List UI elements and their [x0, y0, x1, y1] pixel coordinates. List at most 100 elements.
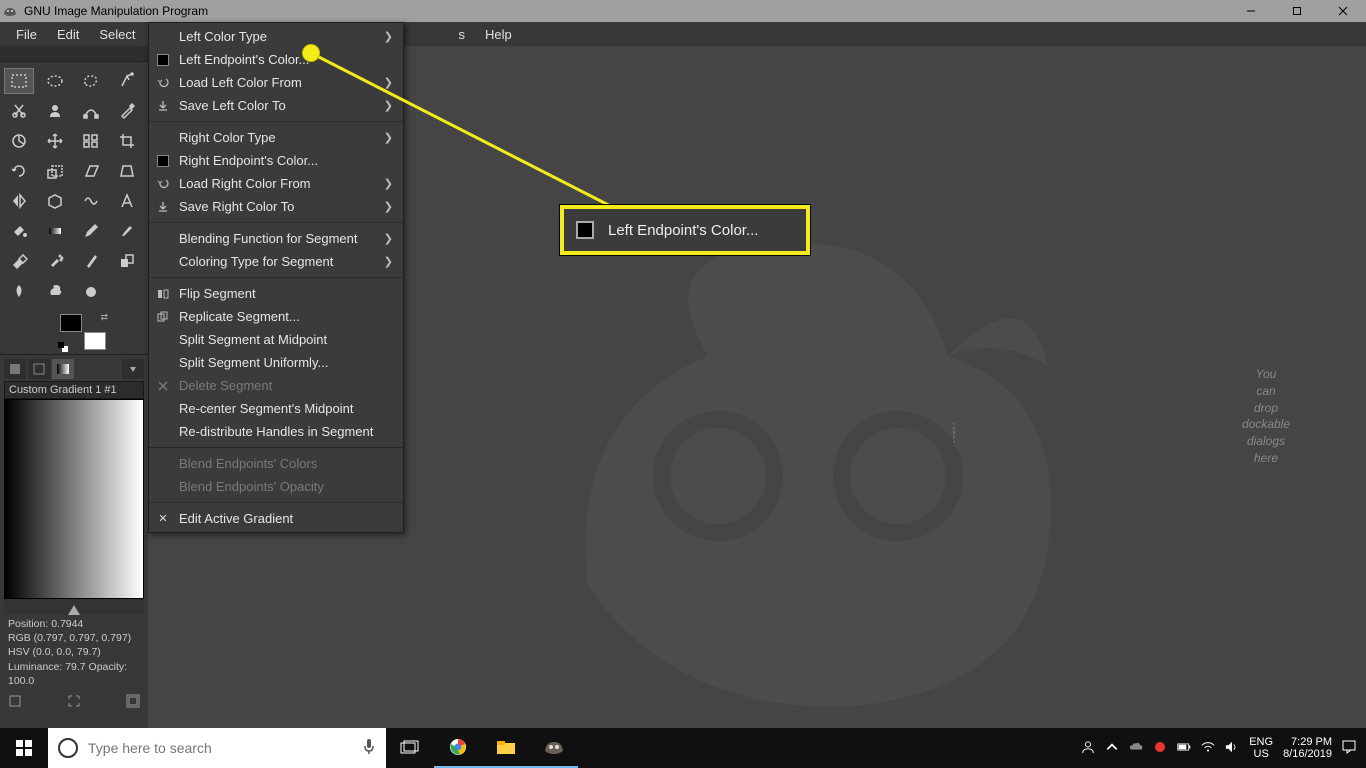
fg-bg-colors[interactable]: ⇄: [60, 314, 106, 350]
ctx-item[interactable]: Blending Function for Segment❯: [149, 227, 403, 250]
tool-perspective[interactable]: [112, 158, 142, 184]
task-view-button[interactable]: [386, 728, 434, 768]
tray-notifications-icon[interactable]: [1342, 740, 1356, 757]
tool-crop[interactable]: [112, 128, 142, 154]
tool-pencil[interactable]: [76, 218, 106, 244]
tool-paths[interactable]: [76, 98, 106, 124]
tray-clock[interactable]: 7:29 PM8/16/2019: [1283, 736, 1332, 760]
tool-flip[interactable]: [4, 188, 34, 214]
ctx-item[interactable]: Left Endpoint's Color...: [149, 48, 403, 71]
menu-edit[interactable]: Edit: [47, 24, 89, 45]
ctx-item[interactable]: Left Color Type ❯: [149, 25, 403, 48]
tool-foreground-select[interactable]: [40, 98, 70, 124]
ctx-item[interactable]: Edit Active Gradient: [149, 507, 403, 530]
tool-scale[interactable]: [40, 158, 70, 184]
dock-drag-handle[interactable]: ⋮⋮⋮: [947, 426, 961, 438]
menu-help[interactable]: Help: [475, 24, 522, 45]
ctx-separator: [149, 502, 403, 503]
ctx-item[interactable]: Right Endpoint's Color...: [149, 149, 403, 172]
tool-cage[interactable]: [40, 188, 70, 214]
gradient-preview[interactable]: [4, 399, 144, 599]
zoom-in-icon[interactable]: [126, 694, 140, 708]
tool-shear[interactable]: [76, 158, 106, 184]
tool-clone[interactable]: [112, 248, 142, 274]
fg-color-swatch[interactable]: [60, 314, 82, 332]
tool-warp[interactable]: [76, 188, 106, 214]
taskbar-app-chrome[interactable]: [434, 728, 482, 768]
menu-select[interactable]: Select: [89, 24, 145, 45]
tool-align[interactable]: [76, 128, 106, 154]
maximize-button[interactable]: [1274, 0, 1320, 22]
checked-icon: [155, 512, 171, 525]
ctx-item[interactable]: Re-distribute Handles in Segment: [149, 420, 403, 443]
start-button[interactable]: [0, 728, 48, 768]
ctx-separator: [149, 277, 403, 278]
ctx-item[interactable]: Load Right Color From❯: [149, 172, 403, 195]
tool-smudge[interactable]: [4, 278, 34, 304]
taskbar-search[interactable]: [48, 728, 386, 768]
tool-dodge[interactable]: [40, 278, 70, 304]
tool-fuzzy-select[interactable]: [112, 68, 142, 94]
tool-eraser[interactable]: [4, 248, 34, 274]
colorbox-icon: [155, 54, 171, 66]
menu-hidden-right-1[interactable]: s: [448, 24, 475, 45]
tool-bucket-fill[interactable]: [4, 218, 34, 244]
minimize-button[interactable]: [1228, 0, 1274, 22]
tool-rect-select[interactable]: [4, 68, 34, 94]
swap-colors-icon[interactable]: ⇄: [100, 312, 108, 323]
ctx-item[interactable]: Save Right Color To❯: [149, 195, 403, 218]
ctx-item[interactable]: Save Left Color To❯: [149, 94, 403, 117]
zoom-fit-icon[interactable]: [67, 694, 81, 708]
tray-up-icon[interactable]: [1105, 740, 1119, 757]
tool-ink[interactable]: [76, 248, 106, 274]
tray-onedrive-icon[interactable]: [1129, 740, 1143, 757]
gradient-slider[interactable]: [4, 599, 144, 615]
tool-rotate[interactable]: [4, 158, 34, 184]
mic-icon[interactable]: [362, 738, 376, 759]
tool-blend[interactable]: [40, 218, 70, 244]
tool-color-picker[interactable]: [112, 98, 142, 124]
tool-empty: [112, 278, 142, 304]
tool-blur[interactable]: [76, 278, 106, 304]
dock-tab-menu[interactable]: [122, 359, 144, 379]
search-input[interactable]: [88, 740, 362, 756]
ctx-item[interactable]: Coloring Type for Segment❯: [149, 250, 403, 273]
tool-measure[interactable]: [4, 128, 34, 154]
close-button[interactable]: [1320, 0, 1366, 22]
toolbox: [0, 62, 148, 310]
ctx-item[interactable]: Replicate Segment...: [149, 305, 403, 328]
menu-file[interactable]: File: [6, 24, 47, 45]
tray-language[interactable]: ENGUS: [1249, 736, 1273, 760]
tray-wifi-icon[interactable]: [1201, 740, 1215, 757]
dock-tab-gradients[interactable]: [52, 359, 74, 379]
tool-scissors[interactable]: [4, 98, 34, 124]
tool-free-select[interactable]: [76, 68, 106, 94]
tool-airbrush[interactable]: [40, 248, 70, 274]
ctx-item[interactable]: Split Segment Uniformly...: [149, 351, 403, 374]
right-dock[interactable]: You can drop dockable dialogs here: [1166, 46, 1366, 728]
tool-paintbrush[interactable]: [112, 218, 142, 244]
titlebar: GNU Image Manipulation Program: [0, 0, 1366, 22]
taskbar-app-gimp[interactable]: [530, 728, 578, 768]
tray-battery-icon[interactable]: [1177, 740, 1191, 757]
reset-colors-icon[interactable]: [58, 342, 68, 352]
tool-ellipse-select[interactable]: [40, 68, 70, 94]
bg-color-swatch[interactable]: [84, 332, 106, 350]
ctx-item[interactable]: Right Color Type❯: [149, 126, 403, 149]
dock-tab-1[interactable]: [4, 359, 26, 379]
zoom-out-icon[interactable]: [8, 694, 22, 708]
tool-text[interactable]: [112, 188, 142, 214]
gradient-name-field[interactable]: Custom Gradient 1 #1: [4, 381, 144, 399]
ctx-item[interactable]: Flip Segment: [149, 282, 403, 305]
ctx-item[interactable]: Re-center Segment's Midpoint: [149, 397, 403, 420]
dock-tab-2[interactable]: [28, 359, 50, 379]
ctx-item[interactable]: Load Left Color From❯: [149, 71, 403, 94]
tray-people-icon[interactable]: [1081, 740, 1095, 757]
tool-move[interactable]: [40, 128, 70, 154]
ctx-item[interactable]: Split Segment at Midpoint: [149, 328, 403, 351]
tray-volume-icon[interactable]: [1225, 740, 1239, 757]
taskbar-app-explorer[interactable]: [482, 728, 530, 768]
tray-security-icon[interactable]: [1153, 740, 1167, 757]
ctx-item-label: Left Color Type: [179, 29, 376, 44]
submenu-arrow-icon: ❯: [384, 30, 393, 43]
